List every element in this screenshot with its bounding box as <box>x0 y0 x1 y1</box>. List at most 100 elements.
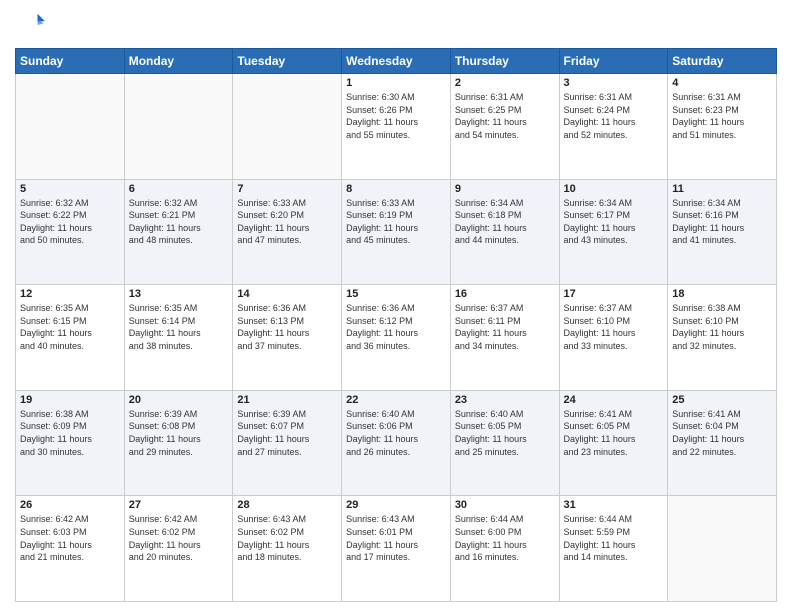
calendar-cell: 2Sunrise: 6:31 AM Sunset: 6:25 PM Daylig… <box>450 74 559 180</box>
calendar-cell: 5 Sunrise: 6:32 AM Sunset: 6:22 PM Daylig… <box>16 179 125 285</box>
day-info: Sunrise: 6:32 AM Sunset: 6:21 PM Dayligh… <box>129 197 229 247</box>
calendar-header-thursday: Thursday <box>450 49 559 74</box>
calendar-cell: 3 Sunrise: 6:31 AM Sunset: 6:24 PM Daylig… <box>559 74 668 180</box>
calendar-cell: 8 Sunrise: 6:33 AM Sunset: 6:19 PM Daylig… <box>342 179 451 285</box>
day-info: Sunrise: 6:31 AM Sunset: 6:23 PM Dayligh… <box>672 91 772 141</box>
calendar-cell: 30 Sunrise: 6:44 AM Sunset: 6:00 PM Dayli… <box>450 496 559 602</box>
day-number: 27 <box>129 499 229 511</box>
calendar-header-row: SundayMondayTuesdayWednesdayThursdayFrid… <box>16 49 777 74</box>
day-number: 17 <box>564 288 664 300</box>
day-number: 19 <box>20 394 120 406</box>
day-info: Sunrise: 6:40 AM Sunset: 6:05 PM Dayligh… <box>455 408 555 458</box>
day-info: Sunrise: 6:38 AM Sunset: 6:10 PM Dayligh… <box>672 302 772 352</box>
calendar-cell: 1 Sunrise: 6:30 AM Sunset: 6:26 PM Daylig… <box>342 74 451 180</box>
calendar-week-row: 26Sunrise: 6:42 AM Sunset: 6:03 PM Dayli… <box>16 496 777 602</box>
day-number: 10 <box>564 183 664 195</box>
day-number: 26 <box>20 499 120 511</box>
calendar-header-friday: Friday <box>559 49 668 74</box>
calendar-cell: 21Sunrise: 6:39 AM Sunset: 6:07 PM Dayli… <box>233 390 342 496</box>
day-info: Sunrise: 6:36 AM Sunset: 6:12 PM Dayligh… <box>346 302 446 352</box>
day-number: 6 <box>129 183 229 195</box>
day-info: Sunrise: 6:41 AM Sunset: 6:04 PM Dayligh… <box>672 408 772 458</box>
calendar-cell: 12Sunrise: 6:35 AM Sunset: 6:15 PM Dayli… <box>16 285 125 391</box>
day-info: Sunrise: 6:33 AM Sunset: 6:19 PM Dayligh… <box>346 197 446 247</box>
day-number: 23 <box>455 394 555 406</box>
calendar-cell: 7Sunrise: 6:33 AM Sunset: 6:20 PM Daylig… <box>233 179 342 285</box>
day-number: 11 <box>672 183 772 195</box>
page: SundayMondayTuesdayWednesdayThursdayFrid… <box>0 0 792 612</box>
calendar-cell: 16Sunrise: 6:37 AM Sunset: 6:11 PM Dayli… <box>450 285 559 391</box>
day-number: 18 <box>672 288 772 300</box>
day-info: Sunrise: 6:34 AM Sunset: 6:16 PM Dayligh… <box>672 197 772 247</box>
day-info: Sunrise: 6:38 AM Sunset: 6:09 PM Dayligh… <box>20 408 120 458</box>
day-info: Sunrise: 6:44 AM Sunset: 5:59 PM Dayligh… <box>564 513 664 563</box>
day-number: 15 <box>346 288 446 300</box>
day-number: 20 <box>129 394 229 406</box>
day-info: Sunrise: 6:35 AM Sunset: 6:14 PM Dayligh… <box>129 302 229 352</box>
calendar-week-row: 19 Sunrise: 6:38 AM Sunset: 6:09 PM Dayli… <box>16 390 777 496</box>
day-number: 14 <box>237 288 337 300</box>
day-info: Sunrise: 6:44 AM Sunset: 6:00 PM Dayligh… <box>455 513 555 563</box>
calendar-header-wednesday: Wednesday <box>342 49 451 74</box>
day-number: 3 <box>564 77 664 89</box>
calendar-cell: 25 Sunrise: 6:41 AM Sunset: 6:04 PM Dayli… <box>668 390 777 496</box>
calendar-header-saturday: Saturday <box>668 49 777 74</box>
calendar-cell: 31 Sunrise: 6:44 AM Sunset: 5:59 PM Dayli… <box>559 496 668 602</box>
day-info: Sunrise: 6:32 AM Sunset: 6:22 PM Dayligh… <box>20 197 120 247</box>
day-number: 2 <box>455 77 555 89</box>
general-blue-icon <box>15 10 45 40</box>
day-number: 8 <box>346 183 446 195</box>
day-info: Sunrise: 6:37 AM Sunset: 6:11 PM Dayligh… <box>455 302 555 352</box>
calendar-week-row: 1 Sunrise: 6:30 AM Sunset: 6:26 PM Daylig… <box>16 74 777 180</box>
calendar: SundayMondayTuesdayWednesdayThursdayFrid… <box>15 48 777 602</box>
day-number: 28 <box>237 499 337 511</box>
day-number: 24 <box>564 394 664 406</box>
calendar-cell: 18 Sunrise: 6:38 AM Sunset: 6:10 PM Dayli… <box>668 285 777 391</box>
calendar-cell: 14 Sunrise: 6:36 AM Sunset: 6:13 PM Dayli… <box>233 285 342 391</box>
day-number: 5 <box>20 183 120 195</box>
day-number: 30 <box>455 499 555 511</box>
day-info: Sunrise: 6:39 AM Sunset: 6:08 PM Dayligh… <box>129 408 229 458</box>
header <box>15 10 777 40</box>
day-number: 25 <box>672 394 772 406</box>
day-info: Sunrise: 6:31 AM Sunset: 6:24 PM Dayligh… <box>564 91 664 141</box>
calendar-cell: 11 Sunrise: 6:34 AM Sunset: 6:16 PM Dayli… <box>668 179 777 285</box>
day-info: Sunrise: 6:34 AM Sunset: 6:18 PM Dayligh… <box>455 197 555 247</box>
day-number: 13 <box>129 288 229 300</box>
calendar-cell <box>233 74 342 180</box>
day-number: 1 <box>346 77 446 89</box>
day-number: 29 <box>346 499 446 511</box>
day-number: 9 <box>455 183 555 195</box>
day-info: Sunrise: 6:37 AM Sunset: 6:10 PM Dayligh… <box>564 302 664 352</box>
day-info: Sunrise: 6:36 AM Sunset: 6:13 PM Dayligh… <box>237 302 337 352</box>
calendar-cell: 13 Sunrise: 6:35 AM Sunset: 6:14 PM Dayli… <box>124 285 233 391</box>
logo <box>15 10 47 40</box>
calendar-header-tuesday: Tuesday <box>233 49 342 74</box>
calendar-cell: 27 Sunrise: 6:42 AM Sunset: 6:02 PM Dayli… <box>124 496 233 602</box>
calendar-cell: 19 Sunrise: 6:38 AM Sunset: 6:09 PM Dayli… <box>16 390 125 496</box>
day-info: Sunrise: 6:42 AM Sunset: 6:02 PM Dayligh… <box>129 513 229 563</box>
day-info: Sunrise: 6:30 AM Sunset: 6:26 PM Dayligh… <box>346 91 446 141</box>
calendar-cell: 6 Sunrise: 6:32 AM Sunset: 6:21 PM Daylig… <box>124 179 233 285</box>
day-number: 21 <box>237 394 337 406</box>
day-number: 12 <box>20 288 120 300</box>
calendar-cell: 24 Sunrise: 6:41 AM Sunset: 6:05 PM Dayli… <box>559 390 668 496</box>
calendar-week-row: 12Sunrise: 6:35 AM Sunset: 6:15 PM Dayli… <box>16 285 777 391</box>
calendar-cell: 26Sunrise: 6:42 AM Sunset: 6:03 PM Dayli… <box>16 496 125 602</box>
calendar-cell <box>16 74 125 180</box>
day-number: 31 <box>564 499 664 511</box>
day-number: 7 <box>237 183 337 195</box>
calendar-week-row: 5 Sunrise: 6:32 AM Sunset: 6:22 PM Daylig… <box>16 179 777 285</box>
day-info: Sunrise: 6:41 AM Sunset: 6:05 PM Dayligh… <box>564 408 664 458</box>
calendar-cell <box>124 74 233 180</box>
calendar-header-monday: Monday <box>124 49 233 74</box>
day-info: Sunrise: 6:34 AM Sunset: 6:17 PM Dayligh… <box>564 197 664 247</box>
day-info: Sunrise: 6:40 AM Sunset: 6:06 PM Dayligh… <box>346 408 446 458</box>
calendar-cell: 17 Sunrise: 6:37 AM Sunset: 6:10 PM Dayli… <box>559 285 668 391</box>
calendar-header-sunday: Sunday <box>16 49 125 74</box>
calendar-cell: 9 Sunrise: 6:34 AM Sunset: 6:18 PM Daylig… <box>450 179 559 285</box>
calendar-cell: 20 Sunrise: 6:39 AM Sunset: 6:08 PM Dayli… <box>124 390 233 496</box>
day-number: 22 <box>346 394 446 406</box>
day-number: 4 <box>672 77 772 89</box>
calendar-cell: 23 Sunrise: 6:40 AM Sunset: 6:05 PM Dayli… <box>450 390 559 496</box>
